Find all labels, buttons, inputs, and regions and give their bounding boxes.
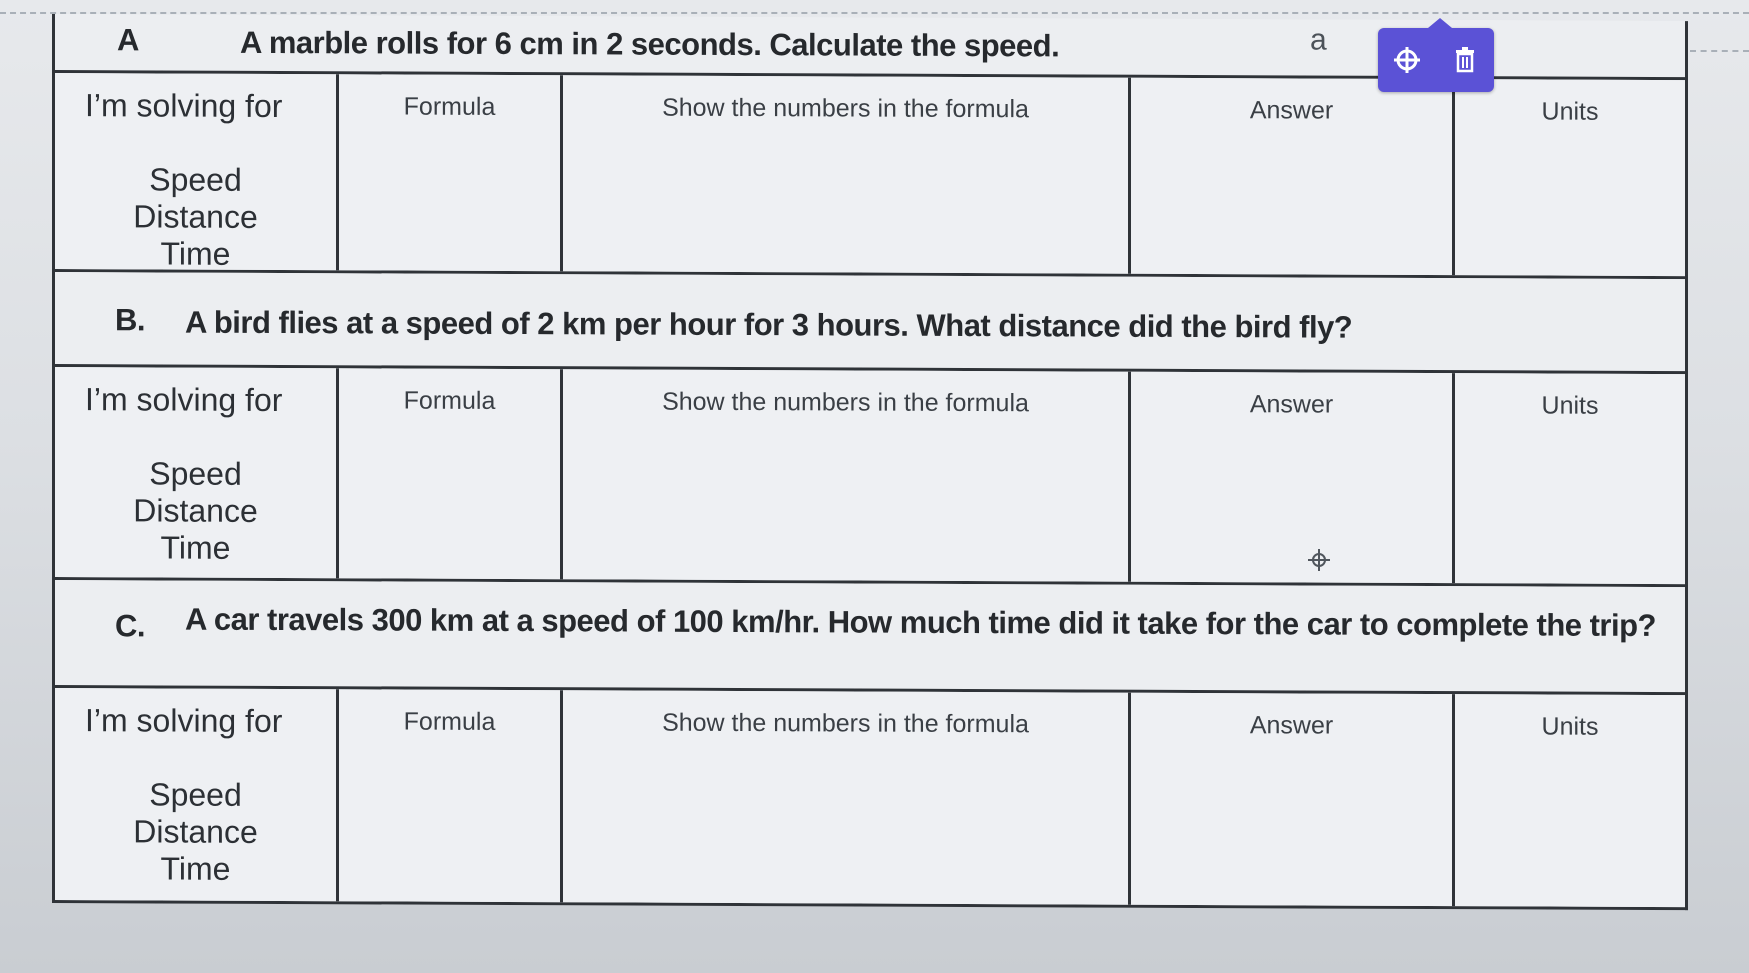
question-a-letter: A [117,22,139,58]
worksheet-table: A A marble rolls for 6 cm in 2 seconds. … [52,14,1688,911]
option-speed[interactable]: Speed [55,776,336,814]
solving-for-header: I’m solving for [85,87,283,125]
solving-for-cell[interactable]: I’m solving for Speed Distance Time [55,367,339,579]
guide-line [0,12,1749,14]
option-time[interactable]: Time [55,529,336,567]
option-distance[interactable]: Distance [55,492,336,530]
move-icon [1394,47,1420,73]
show-numbers-header: Show the numbers in the formula [662,93,1029,124]
answer-header: Answer [1249,96,1334,125]
delete-button[interactable] [1445,40,1485,80]
answer-row-b: I’m solving for Speed Distance Time Form… [55,367,1685,588]
question-b-text[interactable]: A bird flies at a speed of 2 km per hour… [185,305,1352,346]
answer-header: Answer [1249,711,1334,740]
answer-cell[interactable]: Answer [1131,77,1455,276]
formula-cell[interactable]: Formula [339,689,563,903]
units-header: Units [1541,97,1599,126]
option-time[interactable]: Time [55,850,336,888]
option-distance[interactable]: Distance [55,813,336,851]
units-cell[interactable]: Units [1455,694,1685,908]
answer-row-a: I’m solving for Speed Distance Time Form… [55,73,1685,280]
show-numbers-header: Show the numbers in the formula [662,387,1029,418]
drag-handle-icon[interactable] [1307,548,1331,572]
answer-header: Answer [1249,390,1334,419]
solve-options: Speed Distance Time [55,455,336,567]
solving-for-header: I’m solving for [85,381,283,419]
worksheet-screen: A A marble rolls for 6 cm in 2 seconds. … [0,0,1749,973]
answer-row-c: I’m solving for Speed Distance Time Form… [55,688,1685,908]
question-c-letter: C. [115,608,145,644]
question-c-row: C. A car travels 300 km at a speed of 10… [55,580,1685,696]
formula-header: Formula [403,386,496,415]
formula-cell[interactable]: Formula [339,368,563,580]
selection-toolbar [1378,18,1494,92]
formula-cell[interactable]: Formula [339,74,563,272]
option-speed[interactable]: Speed [55,455,336,493]
solve-options: Speed Distance Time [55,776,336,888]
question-b-row: B. A bird flies at a speed of 2 km per h… [55,272,1685,375]
option-time[interactable]: Time [55,235,336,273]
stray-mark: a [1310,23,1327,57]
units-header: Units [1541,712,1599,741]
option-speed[interactable]: Speed [55,161,336,199]
units-cell[interactable]: Units [1455,79,1685,277]
trash-icon [1456,47,1474,73]
solving-for-cell[interactable]: I’m solving for Speed Distance Time [55,73,339,273]
solving-for-cell[interactable]: I’m solving for Speed Distance Time [55,688,339,902]
show-numbers-cell[interactable]: Show the numbers in the formula [563,690,1131,905]
answer-cell[interactable]: Answer [1131,692,1455,907]
question-c-text[interactable]: A car travels 300 km at a speed of 100 k… [185,597,1665,649]
option-distance[interactable]: Distance [55,198,336,236]
formula-header: Formula [403,92,496,121]
question-b-letter: B. [115,302,145,338]
move-button[interactable] [1387,40,1427,80]
question-a-text[interactable]: A marble rolls for 6 cm in 2 seconds. Ca… [240,25,1059,65]
show-numbers-cell[interactable]: Show the numbers in the formula [563,369,1131,582]
units-header: Units [1541,391,1599,420]
answer-cell[interactable]: Answer [1131,371,1455,584]
solve-options: Speed Distance Time [55,161,336,273]
show-numbers-cell[interactable]: Show the numbers in the formula [563,75,1131,274]
guide-line [1690,50,1749,52]
show-numbers-header: Show the numbers in the formula [662,708,1029,739]
solving-for-header: I’m solving for [85,702,283,740]
units-cell[interactable]: Units [1455,373,1685,585]
formula-header: Formula [403,707,496,736]
